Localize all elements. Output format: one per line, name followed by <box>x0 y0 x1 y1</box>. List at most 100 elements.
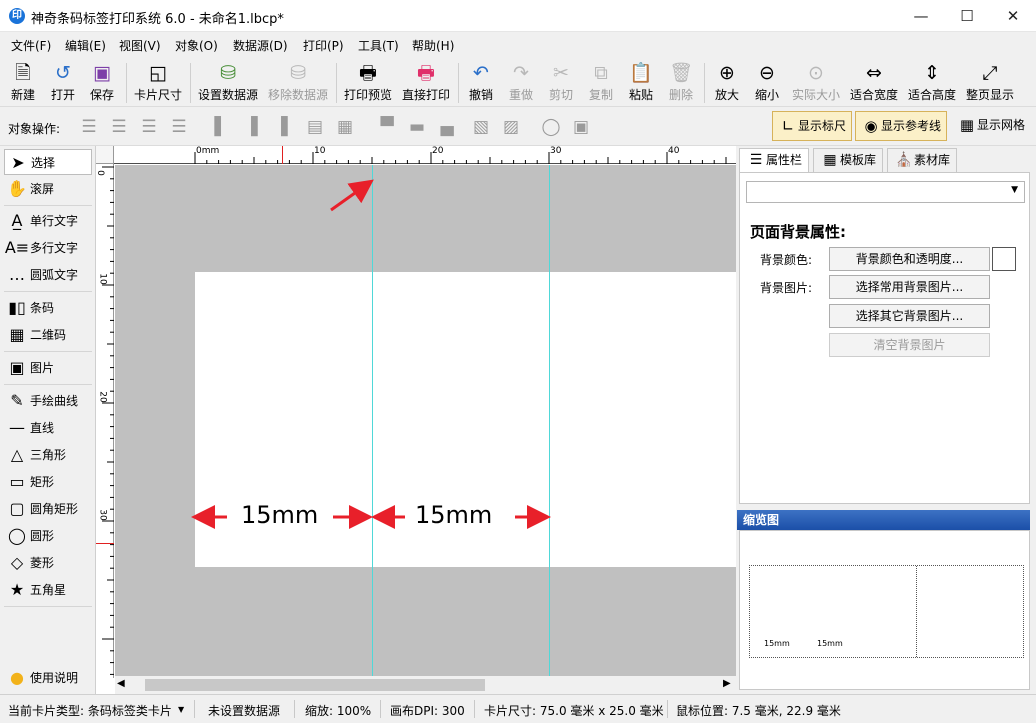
scroll-right-icon[interactable]: ▶ <box>723 678 731 689</box>
window-title: 神奇条码标签打印系统 6.0 - 未命名1.lbcp* <box>31 12 284 27</box>
show-ruler-toggle[interactable]: ∟ 显示标尺 <box>772 111 853 141</box>
zoom-in-button[interactable]: ⊕ 放大 <box>710 60 744 104</box>
print-preview-button[interactable]: 🖶 打印预览 <box>342 60 394 104</box>
tool-select[interactable]: ➤ 选择 <box>4 149 92 175</box>
v-ruler-label-30: 30 <box>97 509 108 521</box>
show-grid-toggle[interactable]: ▦ 显示网格 <box>952 111 1030 141</box>
menu-tools[interactable]: 工具(T) <box>358 37 399 54</box>
close-button[interactable]: ✕ <box>990 0 1036 32</box>
align-bottom-icon[interactable]: ▄ <box>436 116 458 138</box>
vertical-ruler[interactable]: 0 10 20 30 <box>95 164 114 678</box>
menu-help[interactable]: 帮助(H) <box>412 37 454 54</box>
bg-other-image-button[interactable]: 选择其它背景图片... <box>829 304 990 328</box>
card-type-chevron-icon[interactable]: ▼ <box>178 705 184 714</box>
title-bar: 印 神奇条码标签打印系统 6.0 - 未命名1.lbcp* — ☐ ✕ <box>0 0 1036 32</box>
horizontal-ruler[interactable]: 0mm 10 20 30 40 <box>114 146 736 164</box>
tool-scroll[interactable]: ✋ 滚屏 <box>4 176 92 202</box>
align-left-icon[interactable]: ▌ <box>210 116 232 138</box>
delete-button[interactable]: 🗑 删除 <box>664 60 698 104</box>
show-guides-toggle[interactable]: ◉ 显示参考线 <box>855 111 948 141</box>
tool-round-rect[interactable]: ▢ 圆角矩形 <box>4 496 92 522</box>
redo-button[interactable]: ↷ 重做 <box>504 60 538 104</box>
tab-properties[interactable]: ☰ 属性栏 <box>739 148 810 172</box>
align-center-icon[interactable]: ▐ <box>240 116 262 138</box>
tool-star[interactable]: ★ 五角星 <box>4 577 92 603</box>
menu-file[interactable]: 文件(F) <box>11 37 51 54</box>
h-ruler-label-20: 20 <box>432 146 444 156</box>
cut-button[interactable]: ✂ 剪切 <box>544 60 578 104</box>
bg-color-swatch[interactable] <box>992 247 1016 271</box>
undo-button[interactable]: ↶ 撤销 <box>464 60 498 104</box>
redo-icon: ↷ <box>513 62 529 84</box>
tool-diamond[interactable]: ◇ 菱形 <box>4 550 92 576</box>
tool-arc-text[interactable]: … 圆弧文字 <box>4 262 92 288</box>
app-logo-icon: 印 <box>9 8 25 24</box>
status-card-size: 卡片尺寸: 75.0 毫米 x 25.0 毫米 <box>484 704 664 718</box>
bring-front-icon[interactable]: ☰ <box>78 116 100 138</box>
paste-button[interactable]: 📋 粘贴 <box>624 60 658 104</box>
distribute-h-icon[interactable]: ▤ <box>304 116 326 138</box>
maximize-button[interactable]: ☐ <box>944 0 990 32</box>
tool-multi-text[interactable]: A≡多行文字 <box>4 235 92 261</box>
align-top-icon[interactable]: ▀ <box>376 116 398 138</box>
v-ruler-label-10: 10 <box>97 273 108 285</box>
group-icon[interactable]: ◯ <box>540 116 562 138</box>
tool-image[interactable]: ▣ 图片 <box>4 355 92 381</box>
horizontal-scrollbar[interactable]: ◀ ▶ <box>115 676 736 694</box>
tool-ellipse[interactable]: ◯ 圆形 <box>4 523 92 549</box>
remove-datasource-button[interactable]: ⛁ 移除数据源 <box>266 60 330 104</box>
tool-rect[interactable]: ▭ 矩形 <box>4 469 92 495</box>
new-button[interactable]: 🗎 新建 <box>6 60 40 104</box>
preview-body[interactable]: 15mm 15mm <box>739 530 1030 690</box>
tool-freehand[interactable]: ✎ 手绘曲线 <box>4 388 92 414</box>
layer-up-icon[interactable]: ☰ <box>138 116 160 138</box>
send-back-icon[interactable]: ☰ <box>108 116 130 138</box>
scroll-left-icon[interactable]: ◀ <box>117 678 125 689</box>
scrollbar-thumb[interactable] <box>145 679 485 691</box>
direct-print-button[interactable]: 🖶 直接打印 <box>400 60 452 104</box>
copy-button[interactable]: ⧉ 复制 <box>584 60 618 104</box>
tool-qrcode[interactable]: ▦ 二维码 <box>4 322 92 348</box>
tool-single-text[interactable]: A̲ 单行文字 <box>4 208 92 234</box>
minimize-button[interactable]: — <box>898 0 944 32</box>
whole-page-button[interactable]: ⤢ 整页显示 <box>964 60 1016 104</box>
align-middle-icon[interactable]: ▬ <box>406 116 428 138</box>
vertical-ruler-ticks <box>102 166 114 675</box>
card-size-icon: ◱ <box>149 62 167 84</box>
tab-assets[interactable]: ⛪素材库 <box>887 148 958 172</box>
tool-line[interactable]: — 直线 <box>4 415 92 441</box>
card-size-button[interactable]: ◱ 卡片尺寸 <box>132 60 184 104</box>
set-datasource-button[interactable]: ⛁ 设置数据源 <box>196 60 260 104</box>
status-card-type[interactable]: 当前卡片类型: 条码标签类卡片 <box>8 702 172 719</box>
menu-edit[interactable]: 编辑(E) <box>65 37 106 54</box>
save-button[interactable]: ▣ 保存 <box>85 60 119 104</box>
circle-icon: ◯ <box>8 526 26 545</box>
layer-down-icon[interactable]: ☰ <box>168 116 190 138</box>
fit-width-button[interactable]: ⇔ 适合宽度 <box>848 60 900 104</box>
ungroup-icon[interactable]: ▣ <box>570 116 592 138</box>
object-selector-dropdown[interactable]: ▼ <box>746 181 1025 203</box>
status-zoom: 缩放: 100% <box>305 704 372 718</box>
fit-height-button[interactable]: ⇕ 适合高度 <box>906 60 958 104</box>
status-dpi: 画布DPI: 300 <box>390 704 465 718</box>
menu-object[interactable]: 对象(O) <box>175 37 218 54</box>
actual-size-button[interactable]: ⊙ 实际大小 <box>790 60 842 104</box>
help-guide[interactable]: ● 使用说明 <box>4 665 92 691</box>
workspace[interactable]: 15mm 15mm <box>115 165 736 676</box>
zoom-out-button[interactable]: ⊖ 缩小 <box>750 60 784 104</box>
menu-view[interactable]: 视图(V) <box>119 37 161 54</box>
same-height-icon[interactable]: ▨ <box>500 116 522 138</box>
tab-templates[interactable]: ▦ 模板库 <box>813 148 884 172</box>
menu-datasource[interactable]: 数据源(D) <box>233 37 288 54</box>
distribute-v-icon[interactable]: ▦ <box>334 116 356 138</box>
menu-print[interactable]: 打印(P) <box>303 37 344 54</box>
same-width-icon[interactable]: ▧ <box>470 116 492 138</box>
align-right-icon[interactable]: ▐ <box>270 116 292 138</box>
bg-clear-image-button[interactable]: 清空背景图片 <box>829 333 990 357</box>
tool-triangle[interactable]: △ 三角形 <box>4 442 92 468</box>
bg-common-image-button[interactable]: 选择常用背景图片... <box>829 275 990 299</box>
tool-barcode[interactable]: ▮▯ 条码 <box>4 295 92 321</box>
open-button[interactable]: ↺ 打开 <box>46 60 80 104</box>
canvas-area: 0mm 10 20 30 40 0 10 20 30 15mm 15mm ◀ ▶ <box>95 146 736 694</box>
bg-color-button[interactable]: 背景颜色和透明度... <box>829 247 990 271</box>
